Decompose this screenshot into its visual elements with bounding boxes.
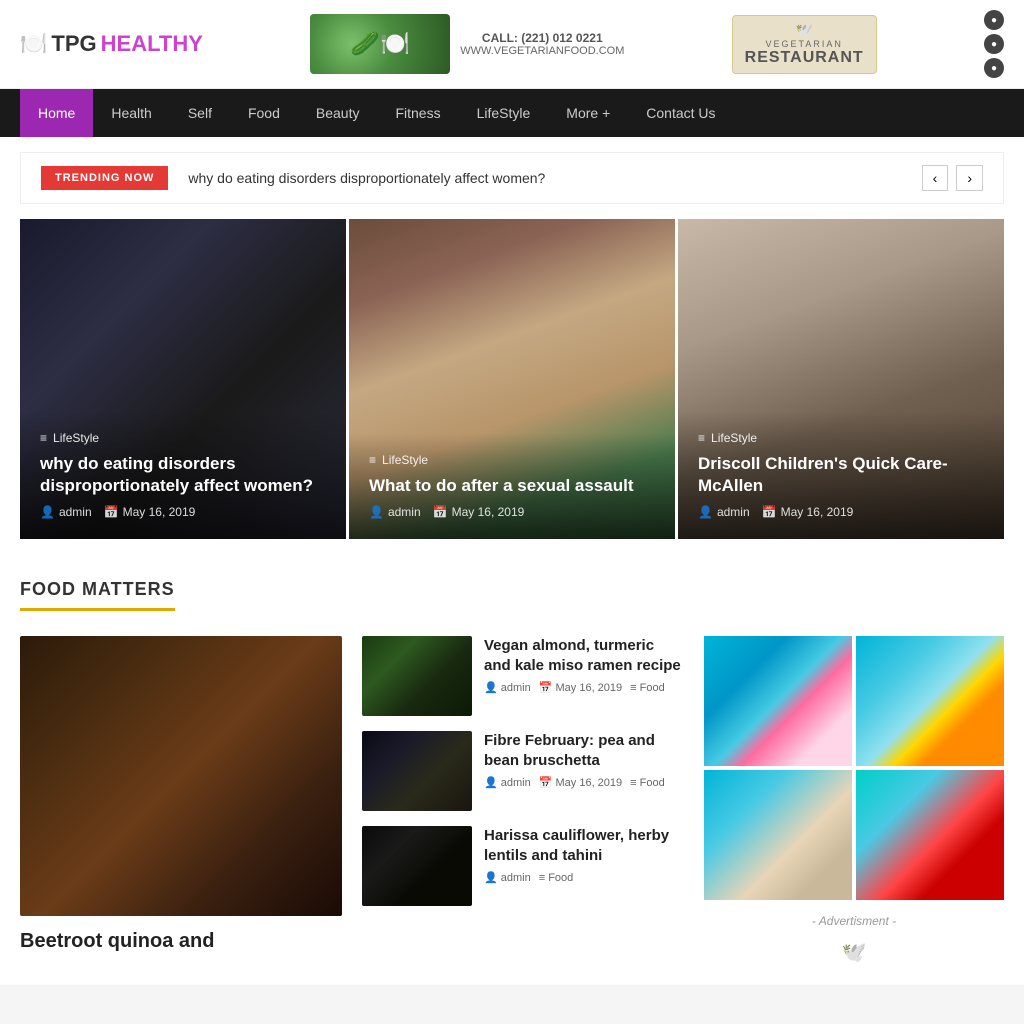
food-item-meta-2: 👤 admin 📅 May 16, 2019 ≡ Food bbox=[484, 776, 684, 789]
hero-category-3: ≡ LifeStyle bbox=[698, 431, 984, 445]
food-list: Vegan almond, turmeric and kale miso ram… bbox=[362, 636, 684, 965]
food-list-content-3: Harissa cauliflower, herby lentils and t… bbox=[484, 826, 684, 906]
social-icon-1[interactable]: ● bbox=[984, 10, 1004, 30]
header-social: ● ● ● bbox=[984, 10, 1004, 78]
nav-item-food[interactable]: Food bbox=[230, 89, 298, 137]
contact-phone: CALL: (221) 012 0221 bbox=[460, 31, 624, 45]
site-logo[interactable]: 🍽️ TPG HEALTHY bbox=[20, 31, 203, 57]
restaurant-badge: 🕊️ VEGETARIAN RESTAURANT bbox=[732, 15, 877, 74]
food-item-title-3: Harissa cauliflower, herby lentils and t… bbox=[484, 826, 684, 865]
sidebar-img-4[interactable] bbox=[856, 770, 1004, 900]
food-list-item-1[interactable]: Vegan almond, turmeric and kale miso ram… bbox=[362, 636, 684, 716]
food-item-date-1: 📅 May 16, 2019 bbox=[539, 681, 622, 694]
nav-item-lifestyle[interactable]: LifeStyle bbox=[459, 89, 549, 137]
sidebar-img-3[interactable] bbox=[704, 770, 852, 900]
nav-item-beauty[interactable]: Beauty bbox=[298, 89, 378, 137]
sidebar-image-grid bbox=[704, 636, 1004, 900]
hero-category-1: ≡ LifeStyle bbox=[40, 431, 326, 445]
restaurant-sub: VEGETARIAN bbox=[745, 39, 864, 49]
hero-overlay-2: ≡ LifeStyle What to do after a sexual as… bbox=[349, 433, 675, 539]
food-item-author-1: 👤 admin bbox=[484, 681, 531, 694]
header-center: CALL: (221) 012 0221 WWW.VEGETARIANFOOD.… bbox=[310, 14, 624, 74]
trending-prev-button[interactable]: ‹ bbox=[922, 165, 949, 191]
logo-healthy: HEALTHY bbox=[101, 31, 203, 57]
hero-item-1[interactable]: ≡ LifeStyle why do eating disorders disp… bbox=[20, 219, 346, 539]
hero-author-2: 👤 admin bbox=[369, 505, 421, 519]
trending-text: why do eating disorders disproportionate… bbox=[188, 170, 921, 186]
trending-bar: TRENDING NOW why do eating disorders dis… bbox=[20, 152, 1004, 204]
trending-nav: ‹ › bbox=[922, 165, 983, 191]
hero-grid: ≡ LifeStyle why do eating disorders disp… bbox=[20, 219, 1004, 539]
food-list-content-2: Fibre February: pea and bean bruschetta … bbox=[484, 731, 684, 811]
food-list-image-2 bbox=[362, 731, 472, 811]
food-image-inner bbox=[310, 14, 450, 74]
food-item-author-2: 👤 admin bbox=[484, 776, 531, 789]
food-list-image-3 bbox=[362, 826, 472, 906]
food-item-title-1: Vegan almond, turmeric and kale miso ram… bbox=[484, 636, 684, 675]
hero-date-2: 📅 May 16, 2019 bbox=[433, 505, 525, 519]
hero-author-3: 👤 admin bbox=[698, 505, 750, 519]
food-matters-grid: Beetroot quinoa and Vegan almond, turmer… bbox=[20, 636, 1004, 965]
nav-item-home[interactable]: Home bbox=[20, 89, 93, 137]
food-item-cat-1: ≡ Food bbox=[630, 682, 665, 694]
restaurant-label: RESTAURANT bbox=[745, 49, 864, 67]
category-icon-1: ≡ bbox=[40, 431, 47, 445]
hero-meta-1: 👤 admin 📅 May 16, 2019 bbox=[40, 505, 326, 519]
sidebar-img-2[interactable] bbox=[856, 636, 1004, 766]
hero-item-3[interactable]: ≡ LifeStyle Driscoll Children's Quick Ca… bbox=[678, 219, 1004, 539]
header-food-image bbox=[310, 14, 450, 74]
sidebar-img-1[interactable] bbox=[704, 636, 852, 766]
food-item-meta-1: 👤 admin 📅 May 16, 2019 ≡ Food bbox=[484, 681, 684, 694]
logo-icon: 🍽️ bbox=[20, 31, 47, 57]
hero-title-2: What to do after a sexual assault bbox=[369, 475, 655, 497]
hero-date-3: 📅 May 16, 2019 bbox=[762, 505, 854, 519]
food-item-cat-3: ≡ Food bbox=[539, 872, 574, 884]
nav-item-fitness[interactable]: Fitness bbox=[377, 89, 458, 137]
nav-item-self[interactable]: Self bbox=[170, 89, 230, 137]
main-nav: Home Health Self Food Beauty Fitness Lif… bbox=[0, 89, 1024, 137]
hero-item-2[interactable]: ≡ LifeStyle What to do after a sexual as… bbox=[349, 219, 675, 539]
food-item-date-2: 📅 May 16, 2019 bbox=[539, 776, 622, 789]
hero-overlay-1: ≡ LifeStyle why do eating disorders disp… bbox=[20, 411, 346, 539]
header-contact-info: CALL: (221) 012 0221 WWW.VEGETARIANFOOD.… bbox=[460, 31, 624, 57]
food-list-content-1: Vegan almond, turmeric and kale miso ram… bbox=[484, 636, 684, 716]
food-main-image bbox=[20, 636, 342, 916]
food-main-item[interactable]: Beetroot quinoa and bbox=[20, 636, 342, 965]
food-list-item-3[interactable]: Harissa cauliflower, herby lentils and t… bbox=[362, 826, 684, 906]
sidebar-bird-icon: 🕊️ bbox=[704, 940, 1004, 965]
food-item-cat-2: ≡ Food bbox=[630, 777, 665, 789]
food-item-author-3: 👤 admin bbox=[484, 871, 531, 884]
sidebar: - Advertisment - 🕊️ bbox=[704, 636, 1004, 965]
hero-meta-3: 👤 admin 📅 May 16, 2019 bbox=[698, 505, 984, 519]
hero-title-1: why do eating disorders disproportionate… bbox=[40, 453, 326, 497]
nav-item-more[interactable]: More + bbox=[548, 89, 628, 137]
nav-item-contact[interactable]: Contact Us bbox=[628, 89, 733, 137]
hero-title-3: Driscoll Children's Quick Care-McAllen bbox=[698, 453, 984, 497]
food-item-title-2: Fibre February: pea and bean bruschetta bbox=[484, 731, 684, 770]
food-list-image-1 bbox=[362, 636, 472, 716]
trending-label: TRENDING NOW bbox=[41, 166, 168, 190]
category-icon-2: ≡ bbox=[369, 453, 376, 467]
hero-overlay-3: ≡ LifeStyle Driscoll Children's Quick Ca… bbox=[678, 411, 1004, 539]
trending-next-button[interactable]: › bbox=[956, 165, 983, 191]
food-list-item-2[interactable]: Fibre February: pea and bean bruschetta … bbox=[362, 731, 684, 811]
contact-website: WWW.VEGETARIANFOOD.COM bbox=[460, 45, 624, 57]
nav-item-health[interactable]: Health bbox=[93, 89, 169, 137]
logo-tpg: TPG bbox=[51, 31, 96, 57]
social-icon-2[interactable]: ● bbox=[984, 34, 1004, 54]
category-icon-3: ≡ bbox=[698, 431, 705, 445]
food-matters-title: FOOD MATTERS bbox=[20, 579, 175, 611]
food-item-meta-3: 👤 admin ≡ Food bbox=[484, 871, 684, 884]
hero-category-2: ≡ LifeStyle bbox=[369, 453, 655, 467]
hero-meta-2: 👤 admin 📅 May 16, 2019 bbox=[369, 505, 655, 519]
hero-author-1: 👤 admin bbox=[40, 505, 92, 519]
food-main-title: Beetroot quinoa and bbox=[20, 928, 342, 954]
social-icon-3[interactable]: ● bbox=[984, 58, 1004, 78]
advertisment-label: - Advertisment - bbox=[704, 910, 1004, 932]
hero-date-1: 📅 May 16, 2019 bbox=[104, 505, 196, 519]
restaurant-bird-icon: 🕊️ bbox=[745, 22, 864, 39]
food-matters-section: FOOD MATTERS Beetroot quinoa and Vegan a… bbox=[0, 559, 1024, 985]
